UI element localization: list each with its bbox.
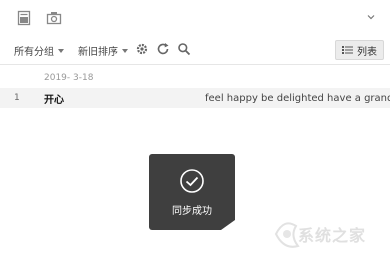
camera-icon[interactable]	[46, 10, 62, 26]
page-curl	[221, 220, 235, 230]
sort-dropdown[interactable]: 新旧排序	[78, 43, 128, 58]
divider	[0, 64, 390, 65]
note-index: 1	[14, 93, 20, 103]
list-item[interactable]: 1 开心 feel happy be delighted have a gran…	[0, 88, 390, 108]
sort-dropdown-label: 新旧排序	[78, 47, 118, 58]
sync-success-toast: 同步成功	[149, 154, 235, 230]
note-title: 开心	[44, 94, 64, 106]
watermark-text: 系统之家	[298, 226, 367, 245]
search-icon[interactable]	[177, 42, 191, 56]
caret-down-icon	[122, 48, 128, 53]
group-dropdown-label: 所有分组	[14, 47, 54, 58]
note-preview: feel happy be delighted have a grand...	[205, 92, 390, 104]
top-toolbar	[0, 0, 390, 34]
toast-message: 同步成功	[172, 206, 212, 217]
caret-down-icon	[58, 48, 64, 53]
note-icon[interactable]	[16, 10, 32, 26]
chevron-down-icon[interactable]	[366, 12, 376, 22]
check-circle-icon	[180, 169, 204, 193]
list-icon	[342, 46, 353, 54]
gear-icon[interactable]	[135, 42, 149, 56]
filter-bar: 所有分组 新旧排序 列表	[0, 38, 390, 62]
refresh-icon[interactable]	[156, 42, 170, 56]
date-group-header: 2019- 3-18	[44, 73, 94, 83]
group-dropdown[interactable]: 所有分组	[14, 43, 64, 58]
list-view-label: 列表	[357, 46, 377, 58]
list-view-button[interactable]: 列表	[335, 40, 384, 60]
